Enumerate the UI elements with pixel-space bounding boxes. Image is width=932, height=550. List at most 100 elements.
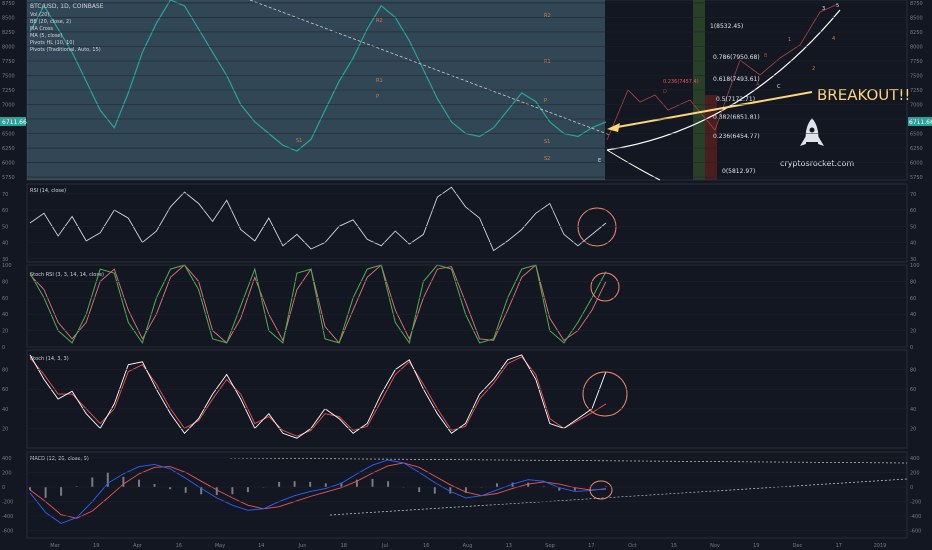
stochrsi-title: Stoch RSI (3, 3, 14, 14, close) (30, 272, 104, 278)
y-tick-label: 50 (910, 224, 916, 230)
x-tick-label: 19 (753, 543, 759, 549)
macd-histogram-bar (138, 479, 140, 487)
macd-histogram-bar (324, 483, 327, 487)
x-tick-label: 15 (671, 543, 677, 549)
y-tick-label: 400 (2, 456, 12, 462)
macd-histogram-bar (527, 482, 530, 487)
y-tick-label: 0 (2, 345, 5, 351)
pivot-s1-a: S1 (296, 138, 302, 144)
x-tick-label: Jul (381, 543, 388, 549)
stochrsi-panel: Stoch RSI (3, 3, 14, 14, close) (29, 264, 620, 345)
macd-signal-line (29, 462, 607, 519)
fib-level-5: 0.236(6454.77) (713, 133, 760, 140)
legend-2: MA Cross (30, 26, 53, 32)
wave-b: B (764, 53, 768, 59)
x-tick-label: 17 (588, 543, 594, 549)
x-tick-label: 19 (93, 543, 99, 549)
y-tick-label: 60 (910, 208, 916, 214)
macd-histogram-bar (387, 481, 390, 487)
macd-histogram-bar (169, 487, 172, 490)
macd-histogram-bar (215, 487, 218, 495)
breakout-label: BREAKOUT!! (817, 86, 910, 104)
wave-2: 2 (812, 66, 815, 72)
y-tick-label: 8500 (2, 15, 15, 21)
y-tick-label: 6500 (910, 132, 923, 138)
x-tick-label: Apr (133, 543, 143, 549)
y-tick-label: 7500 (2, 74, 15, 80)
rsi-line (29, 186, 607, 252)
y-tick-label: 0 (2, 485, 5, 491)
y-tick-label: -200 (2, 500, 13, 506)
macd-histogram-bar (231, 487, 234, 495)
pivot-r1-b: R1 (544, 59, 551, 65)
legend-4: Pivots HL (10, 10) (30, 40, 74, 46)
y-tick-label: 50 (2, 224, 8, 230)
y-tick-label: 200 (2, 470, 12, 476)
y-tick-label: 60 (2, 296, 8, 302)
y-tick-label: 60 (910, 387, 916, 393)
stoch-d-line (29, 356, 607, 437)
fib-level-2: 0.618(7493.61) (713, 76, 760, 83)
fib-side-label: 0.236(7457.4) (663, 79, 699, 85)
macd-title: MACD (12, 26, close, 9) (30, 456, 89, 462)
x-tick-label: 14 (258, 543, 264, 549)
y-tick-label: 40 (910, 241, 916, 247)
y-tick-label: 60 (2, 387, 8, 393)
stochrsi-k-line (29, 264, 607, 345)
y-tick-label: 7500 (910, 74, 923, 80)
y-tick-label: 400 (910, 456, 920, 462)
rocket-icon (800, 118, 824, 146)
pivot-r2-a: R2 (376, 18, 383, 24)
y-tick-label: 8000 (2, 45, 15, 51)
y-tick-label: 8250 (2, 30, 15, 36)
stoch-k-line (29, 354, 607, 439)
pivot-r1-a: R1 (376, 78, 383, 84)
projection-lower-arc (606, 149, 661, 181)
macd-histogram-bar (29, 487, 31, 490)
x-tick-label: Nov (710, 543, 720, 549)
stoch-panel: Stoch (14, 3, 3) (29, 354, 628, 439)
macd-histogram-bar (371, 479, 374, 487)
macd-histogram-bar (293, 481, 296, 487)
macd-histogram-bar (44, 487, 47, 498)
fib-level-3: 0.5(7172.71) (716, 96, 755, 103)
rsi-highlight-circle (577, 207, 617, 247)
y-tick-label: 7750 (910, 59, 923, 65)
y-tick-label: 70 (910, 192, 916, 198)
legend-5: Pivots (Traditional, Auto, 15) (30, 47, 101, 53)
symbol-title: BTC/USD, 1D, COINBASE (30, 3, 104, 10)
y-tick-label: 6000 (2, 161, 15, 167)
y-tick-label: 60 (2, 208, 8, 214)
y-tick-label: 80 (2, 279, 8, 285)
macd-histogram-bar (278, 481, 281, 487)
y-tick-label: 6750 (2, 117, 15, 123)
y-tick-label: 80 (910, 279, 916, 285)
y-tick-label: 6250 (2, 146, 15, 152)
macd-histogram-bar (60, 487, 63, 496)
x-tick-label: 16 (176, 543, 182, 549)
y-tick-label: 20 (910, 426, 916, 432)
y-tick-label: 0 (910, 485, 913, 491)
pivot-s1-b: S1 (544, 139, 550, 145)
y-tick-label: -400 (2, 514, 13, 520)
macd-histogram-bar (184, 487, 187, 493)
fib-level-0: 1(8532.45) (710, 23, 743, 30)
y-tick-label: 8250 (910, 30, 923, 36)
y-tick-label: 40 (910, 312, 916, 318)
macd-line (29, 459, 607, 524)
stoch-title: Stoch (14, 3, 3) (30, 356, 69, 362)
y-tick-label: 100 (910, 263, 920, 269)
legend-1: BB (20, close, 2) (30, 19, 71, 25)
macd-histogram-bar (309, 481, 312, 487)
x-tick-label: 2019 (874, 543, 887, 549)
wave-5: 5 (836, 3, 839, 9)
y-tick-label: 40 (2, 407, 8, 413)
pivot-r2-b: R2 (544, 13, 551, 19)
y-tick-label: 5750 (910, 175, 923, 181)
y-tick-label: 20 (2, 426, 8, 432)
x-tick-label: Dec (793, 543, 803, 549)
x-tick-label: 18 (341, 543, 347, 549)
x-tick-label: 17 (836, 543, 842, 549)
macd-trendline-lower (329, 478, 908, 516)
fib-level-1: 0.786(7950.68) (713, 54, 760, 61)
